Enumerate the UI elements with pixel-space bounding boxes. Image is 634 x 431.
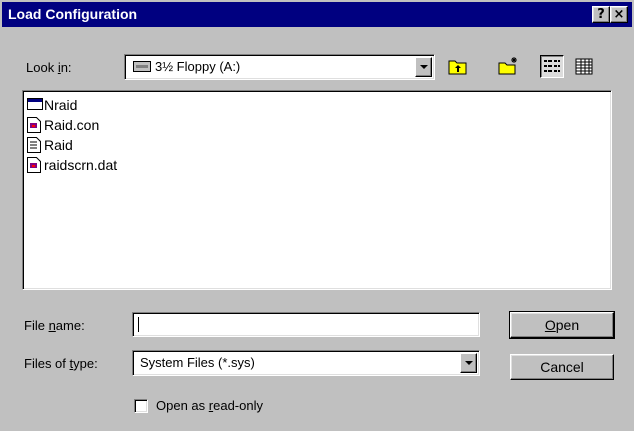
open-button[interactable]: Open [509,311,615,339]
file-name: Nraid [44,97,78,113]
file-name-label: File name: [24,318,85,333]
up-one-level-button[interactable] [446,55,470,78]
text-cursor [138,317,139,332]
file-name-input[interactable] [132,312,480,337]
cancel-button[interactable]: Cancel [510,354,614,380]
system-file-icon [27,157,41,173]
list-view-icon [544,60,560,72]
details-view-button[interactable] [572,55,596,78]
files-of-type-dropdown[interactable]: System Files (*.sys) [132,350,480,376]
file-name: Raid [44,137,73,153]
files-of-type-dropdown-arrow[interactable] [460,353,477,373]
new-folder-icon [498,57,517,75]
text-document-icon [27,137,41,153]
title-bar[interactable]: Load Configuration ? × [2,2,632,27]
list-item[interactable]: Raid [27,135,73,155]
close-button[interactable]: × [610,6,628,23]
details-view-icon [575,58,593,75]
folder-up-icon [448,60,467,75]
read-only-checkbox[interactable] [134,399,148,413]
application-window-icon [27,97,43,113]
help-button[interactable]: ? [592,6,610,23]
look-in-dropdown-arrow[interactable] [415,57,432,77]
window-title: Load Configuration [8,6,138,22]
files-of-type-label: Files of type: [24,356,98,371]
read-only-label[interactable]: Open as read-only [156,398,263,413]
look-in-value: 3½ Floppy (A:) [155,59,241,74]
look-in-dropdown[interactable]: 3½ Floppy (A:) [124,54,435,80]
floppy-drive-icon [133,61,151,72]
system-file-icon [27,117,41,133]
list-item[interactable]: Nraid [27,95,77,115]
list-item[interactable]: Raid.con [27,115,99,135]
file-name: raidscrn.dat [44,157,118,173]
create-new-folder-button[interactable] [496,55,520,78]
file-list[interactable]: Nraid Raid.con Raid raidscrn.dat [22,90,612,290]
list-item[interactable]: raidscrn.dat [27,155,117,175]
list-view-button[interactable] [540,55,564,78]
look-in-label: Look in: [26,60,72,75]
files-of-type-value: System Files (*.sys) [140,355,255,370]
file-name: Raid.con [44,117,100,133]
